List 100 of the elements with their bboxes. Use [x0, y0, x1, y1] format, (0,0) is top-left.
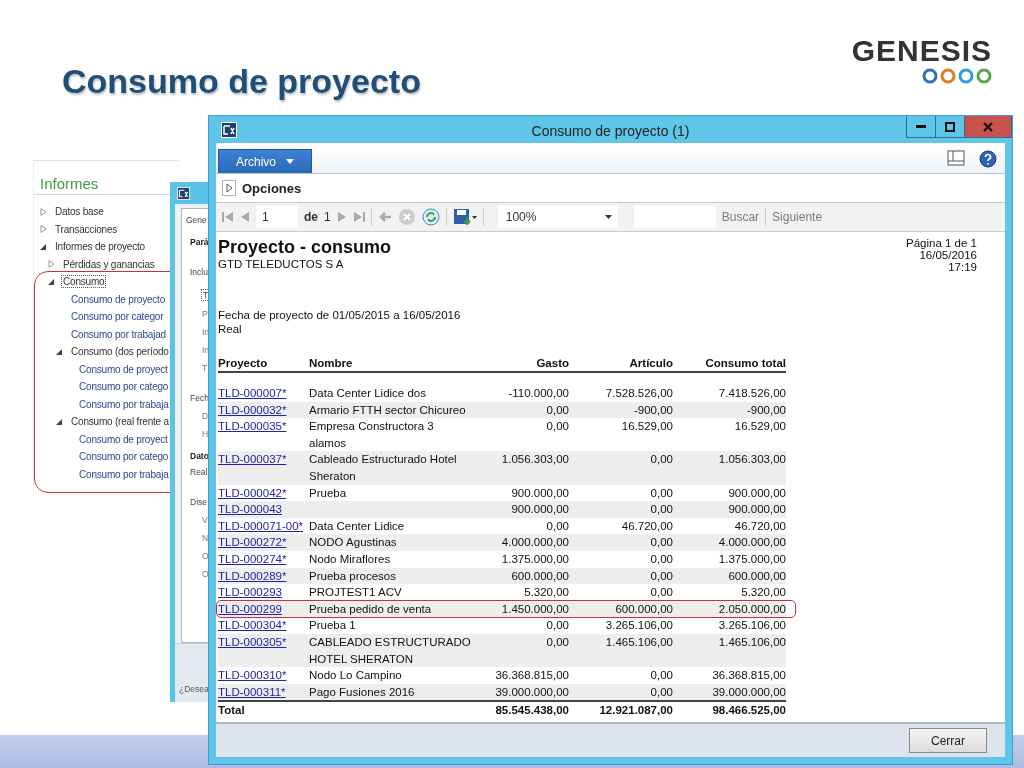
project-link[interactable]: TLD-000071-00* — [218, 517, 304, 535]
report-link[interactable]: Consumo por trabaja — [77, 397, 171, 411]
table-cell-text: 85.545.438,00 — [494, 703, 569, 719]
triangle-icon[interactable] — [40, 242, 47, 251]
previous-page-button[interactable] — [240, 211, 250, 223]
project-link[interactable]: TLD-000289* — [218, 567, 287, 585]
dialog-label: D — [202, 411, 208, 421]
column-header: Consumo total — [704, 356, 786, 371]
tree-folder[interactable]: Consumo (real frente a — [69, 415, 171, 429]
table-cell-text: 0,00 — [649, 452, 673, 468]
table-cell-text: 36.368.815,00 — [494, 668, 569, 684]
report-link[interactable]: Consumo por trabaja — [77, 467, 171, 481]
project-link[interactable]: TLD-000310* — [218, 667, 287, 684]
tree-folder[interactable]: Consumo (dos período — [69, 345, 171, 359]
project-link[interactable]: TLD-000007* — [218, 385, 287, 402]
app-icon — [221, 122, 237, 138]
table-cell-text: CABLEADO ESTRUCTURADO HOTEL SHERATON — [309, 634, 472, 667]
last-page-icon — [352, 211, 365, 223]
project-link[interactable]: TLD-000037* — [218, 451, 287, 468]
project-link[interactable]: TLD-000043 — [218, 501, 282, 518]
close-icon — [983, 121, 993, 132]
find-link[interactable]: Buscar — [721, 210, 760, 224]
dialog-label: N — [202, 533, 208, 543]
next-icon — [336, 211, 347, 223]
triangle-icon[interactable] — [56, 347, 63, 356]
zoom-select[interactable]: 100% — [497, 206, 618, 228]
project-link[interactable]: TLD-000304* — [218, 617, 287, 634]
table-cell-text: 0,00 — [545, 634, 569, 650]
table-cell-text: 0,00 — [649, 568, 673, 584]
save-icon — [452, 208, 477, 226]
table-cell-text: 900.000,00 — [510, 502, 569, 518]
dialog-label: Dato — [190, 451, 208, 461]
report-link[interactable]: Consumo de proyect — [77, 362, 170, 376]
tree-folder[interactable]: Transacciones — [53, 222, 120, 236]
tree-folder[interactable]: Informes de proyecto — [53, 240, 147, 254]
report-link[interactable]: Consumo por catego — [77, 450, 171, 464]
report-link[interactable]: Consumo por categor — [69, 310, 166, 324]
table-cell-text: 1.056.303,00 — [500, 452, 569, 468]
close-report-button[interactable]: Cerrar — [909, 728, 987, 753]
tree-folder[interactable]: Pérdidas y ganancias — [61, 257, 157, 271]
table-cell-text: 2.050.000,00 — [717, 601, 786, 617]
project-link[interactable]: TLD-000274* — [218, 550, 287, 568]
panel-icon[interactable] — [947, 150, 965, 166]
project-link[interactable]: TLD-000272* — [218, 534, 287, 551]
report-link[interactable]: Consumo de proyect — [77, 432, 170, 446]
table-cell-text: 12.921.087,00 — [598, 703, 673, 719]
project-link[interactable]: TLD-000305* — [218, 633, 287, 651]
refresh-icon — [421, 208, 440, 226]
dialog-label: O — [202, 551, 208, 561]
file-menu-tab[interactable]: Archivo — [218, 149, 312, 173]
table-cell-text: Data Center Lidice — [309, 518, 406, 534]
table-cell-text: 0,00 — [649, 535, 673, 551]
table-cell-text: 4.000.000,00 — [500, 535, 569, 551]
save-button[interactable] — [452, 208, 477, 226]
last-page-button[interactable] — [352, 211, 365, 223]
total-label: Total — [218, 703, 246, 719]
table-cell-text: 39.000.000,00 — [711, 684, 786, 700]
table-cell-text: 5.320,00 — [523, 585, 569, 601]
dialog-label: Pará — [190, 237, 208, 247]
table-cell-text: Prueba pedido de venta — [309, 601, 433, 617]
project-link[interactable]: TLD-000032* — [218, 401, 287, 419]
next-page-button[interactable] — [336, 211, 347, 223]
report-link[interactable]: Consumo de proyecto — [69, 292, 168, 306]
project-link[interactable]: TLD-000035* — [218, 418, 287, 435]
minimize-button[interactable] — [906, 116, 936, 138]
refresh-button[interactable] — [421, 208, 440, 226]
tree-folder[interactable]: Consumo — [61, 275, 107, 289]
triangle-icon[interactable] — [48, 277, 55, 286]
table-cell-text: 7.418.526,00 — [717, 386, 786, 401]
circles-icon — [922, 68, 992, 84]
minimize-icon — [916, 125, 926, 128]
help-icon[interactable] — [979, 150, 997, 168]
column-header: Gasto — [535, 356, 569, 371]
table-cell-text: 46.720,00 — [620, 518, 673, 534]
next-link[interactable]: Siguiente — [772, 210, 823, 224]
dialog-label: Dise — [190, 497, 208, 507]
table-cell-text: 16.529,00 — [733, 419, 786, 435]
column-header: Nombre — [309, 356, 354, 371]
project-link[interactable]: TLD-000042* — [218, 484, 287, 502]
close-button[interactable] — [964, 116, 1012, 138]
triangle-icon[interactable] — [56, 417, 63, 426]
project-link[interactable]: TLD-000299 — [218, 600, 282, 618]
tree-folder[interactable]: Datos base — [53, 205, 106, 219]
table-cell-text: 46.720,00 — [733, 518, 786, 534]
table-cell-text: Nodo Lo Campino — [309, 668, 403, 684]
page-field[interactable]: 1 — [256, 206, 298, 228]
project-link[interactable]: TLD-000311* — [218, 683, 286, 701]
page-info: Página 1 de 1 — [906, 237, 977, 249]
expand-icon[interactable] — [222, 180, 236, 196]
table-cell-text: Prueba — [309, 485, 348, 501]
table-cell-text: 900.000,00 — [727, 502, 786, 518]
project-link[interactable]: TLD-000293 — [218, 584, 282, 601]
table-cell-text: -900,00 — [746, 402, 786, 418]
first-page-button[interactable] — [222, 211, 234, 223]
report-link[interactable]: Consumo por catego — [77, 380, 171, 394]
options-label[interactable]: Opciones — [242, 180, 302, 196]
window-title: Consumo de proyecto (1) — [531, 122, 690, 139]
report-link[interactable]: Consumo por trabajad — [69, 327, 168, 341]
back-button[interactable] — [377, 211, 392, 223]
page-count: 1 — [324, 210, 331, 224]
